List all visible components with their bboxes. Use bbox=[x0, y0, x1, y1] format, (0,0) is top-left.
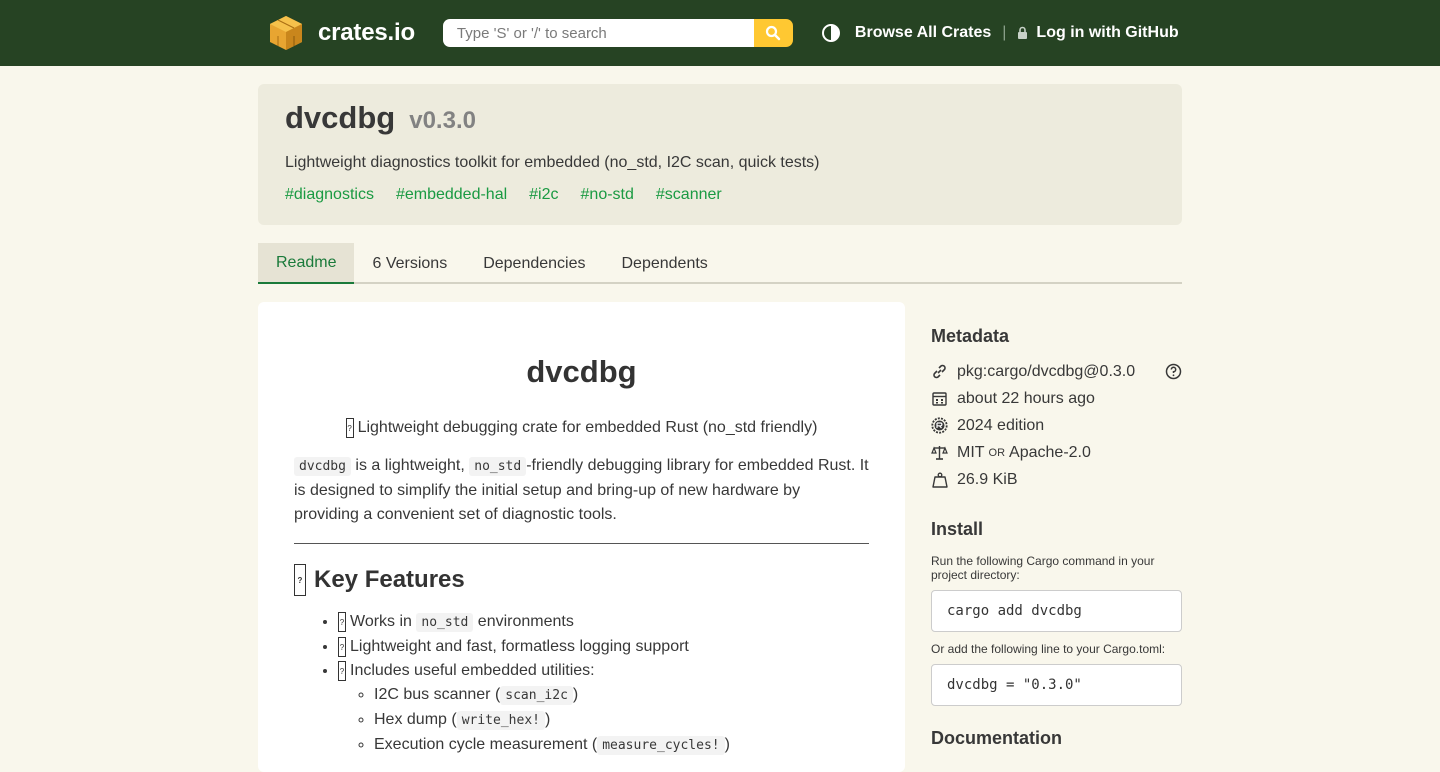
search-icon bbox=[766, 25, 781, 41]
browse-all-crates-link[interactable]: Browse All Crates bbox=[855, 24, 991, 42]
intro-text: is a lightweight, bbox=[350, 457, 470, 474]
header-nav: Browse All Crates | Log in with GitHub bbox=[821, 23, 1179, 43]
item-text: ) bbox=[544, 711, 551, 728]
logo-text: crates.io bbox=[318, 19, 415, 46]
license-link-mit[interactable]: MIT bbox=[957, 444, 985, 462]
purl-row: pkg:cargo/dvcdbg@0.3.0 bbox=[931, 358, 1182, 385]
license-row: MIT OR Apache-2.0 bbox=[931, 439, 1182, 466]
size-text: 26.9 KiB bbox=[957, 470, 1018, 488]
top-navigation-bar: crates.io Browse All Crates | bbox=[0, 0, 1440, 66]
crate-version: v0.3.0 bbox=[409, 107, 476, 134]
readme-title: dvcdbg bbox=[526, 354, 637, 389]
link-icon bbox=[931, 363, 948, 380]
heading-text: Key Features bbox=[314, 566, 465, 593]
crate-tabs: Readme 6 Versions Dependencies Dependent… bbox=[258, 243, 1182, 284]
search-form bbox=[442, 19, 793, 47]
inline-code: dvcdbg bbox=[294, 457, 351, 476]
color-scheme-toggle[interactable] bbox=[821, 23, 841, 43]
crate-header: dvcdbg v0.3.0 Lightweight diagnostics to… bbox=[258, 84, 1182, 225]
list-item: ?Includes useful embedded utilities: I2C… bbox=[338, 659, 869, 758]
keyword-link[interactable]: #i2c bbox=[529, 186, 558, 204]
crates-io-logo-link[interactable]: crates.io bbox=[268, 14, 415, 52]
item-text: ) bbox=[724, 736, 730, 753]
inline-code: no_std bbox=[416, 613, 474, 632]
edition-text: 2024 edition bbox=[957, 416, 1045, 434]
tab-versions[interactable]: 6 Versions bbox=[354, 243, 465, 284]
question-circle-icon bbox=[1165, 363, 1182, 380]
inline-code: no_std bbox=[469, 457, 527, 476]
tab-readme[interactable]: Readme bbox=[258, 243, 355, 284]
crate-description: Lightweight diagnostics toolkit for embe… bbox=[285, 154, 820, 171]
crate-title-row: dvcdbg v0.3.0 bbox=[285, 100, 1155, 136]
keyword-link[interactable]: #diagnostics bbox=[285, 186, 374, 204]
updated-row: about 22 hours ago bbox=[931, 385, 1182, 412]
edition-row: 2024 edition bbox=[931, 412, 1182, 439]
item-text: Lightweight and fast, formatless logging… bbox=[350, 638, 689, 655]
item-text: ) bbox=[572, 686, 579, 703]
search-input[interactable] bbox=[442, 19, 754, 47]
missing-emoji-glyph: ? bbox=[338, 660, 346, 681]
copy-install-command[interactable]: cargo add dvcdbg bbox=[931, 590, 1182, 632]
login-github-button[interactable]: Log in with GitHub bbox=[1017, 24, 1179, 42]
item-text: environments bbox=[473, 613, 574, 630]
keyword-link[interactable]: #no-std bbox=[581, 186, 634, 204]
weight-icon bbox=[931, 471, 948, 488]
license-link-apache[interactable]: Apache-2.0 bbox=[1009, 444, 1091, 462]
contrast-icon bbox=[821, 24, 840, 42]
item-text: I2C bus scanner ( bbox=[374, 686, 501, 703]
item-text: Includes useful embedded utilities: bbox=[350, 662, 595, 679]
keyword-link[interactable]: #embedded-hal bbox=[396, 186, 507, 204]
utilities-list: I2C bus scanner (scan_i2c) Hex dump (wri… bbox=[338, 683, 869, 758]
list-item: I2C bus scanner (scan_i2c) bbox=[374, 683, 869, 708]
scale-icon bbox=[931, 444, 948, 461]
lock-icon bbox=[1017, 26, 1028, 40]
copy-toml-line[interactable]: dvcdbg = "0.3.0" bbox=[931, 664, 1182, 706]
toml-note: Or add the following line to your Cargo.… bbox=[931, 642, 1166, 656]
install-heading: Install bbox=[931, 519, 984, 539]
missing-emoji-glyph: ? bbox=[294, 564, 306, 596]
login-label: Log in with GitHub bbox=[1036, 24, 1179, 41]
crate-name: dvcdbg bbox=[285, 100, 396, 135]
crate-sidebar: Metadata pkg:cargo/dvcdbg@0.3.0 about 22… bbox=[931, 326, 1182, 749]
divider bbox=[294, 543, 869, 544]
inline-code: write_hex! bbox=[456, 711, 545, 730]
calendar-icon bbox=[931, 390, 948, 407]
documentation-heading: Documentation bbox=[931, 728, 1063, 748]
readme-tagline: ? Lightweight debugging crate for embedde… bbox=[294, 418, 869, 438]
list-item: Hex dump (write_hex!) bbox=[374, 708, 869, 733]
item-text: Hex dump ( bbox=[374, 711, 457, 728]
item-text: Execution cycle measurement ( bbox=[374, 736, 598, 753]
key-features-heading: ? Key Features bbox=[294, 564, 869, 596]
updated-text: about 22 hours ago bbox=[957, 389, 1095, 407]
inline-code: scan_i2c bbox=[500, 686, 573, 705]
item-text: Works in bbox=[350, 613, 417, 630]
size-row: 26.9 KiB bbox=[931, 466, 1182, 493]
keyword-list: #diagnostics #embedded-hal #i2c #no-std … bbox=[285, 186, 1155, 204]
inline-code: measure_cycles! bbox=[597, 736, 725, 755]
readme-intro: dvcdbg is a lightweight, no_std -friendly… bbox=[294, 454, 869, 527]
install-note: Run the following Cargo command in your … bbox=[931, 554, 1155, 582]
list-item: ?Works in no_std environments bbox=[338, 610, 869, 635]
tab-dependents[interactable]: Dependents bbox=[604, 243, 726, 284]
cargo-box-icon bbox=[270, 16, 302, 50]
missing-emoji-glyph: ? bbox=[338, 636, 346, 657]
tab-dependencies[interactable]: Dependencies bbox=[465, 243, 603, 284]
nav-separator: | bbox=[1002, 24, 1007, 41]
license-or: OR bbox=[988, 446, 1006, 459]
purl-help-button[interactable] bbox=[1165, 363, 1182, 380]
readme-panel: dvcdbg ? Lightweight debugging crate for … bbox=[258, 302, 905, 772]
metadata-heading: Metadata bbox=[931, 326, 1010, 346]
list-item: Execution cycle measurement (measure_cyc… bbox=[374, 733, 869, 758]
missing-emoji-glyph: ? bbox=[338, 611, 346, 632]
features-list: ?Works in no_std environments ?Lightweig… bbox=[294, 610, 869, 758]
rust-logo-icon bbox=[931, 417, 948, 434]
tagline-text: Lightweight debugging crate for embedded… bbox=[357, 419, 818, 437]
keyword-link[interactable]: #scanner bbox=[656, 186, 722, 204]
missing-emoji-glyph: ? bbox=[345, 418, 354, 438]
list-item: ?Lightweight and fast, formatless loggin… bbox=[338, 635, 869, 659]
purl-text: pkg:cargo/dvcdbg@0.3.0 bbox=[957, 362, 1136, 380]
search-button[interactable] bbox=[753, 19, 793, 47]
